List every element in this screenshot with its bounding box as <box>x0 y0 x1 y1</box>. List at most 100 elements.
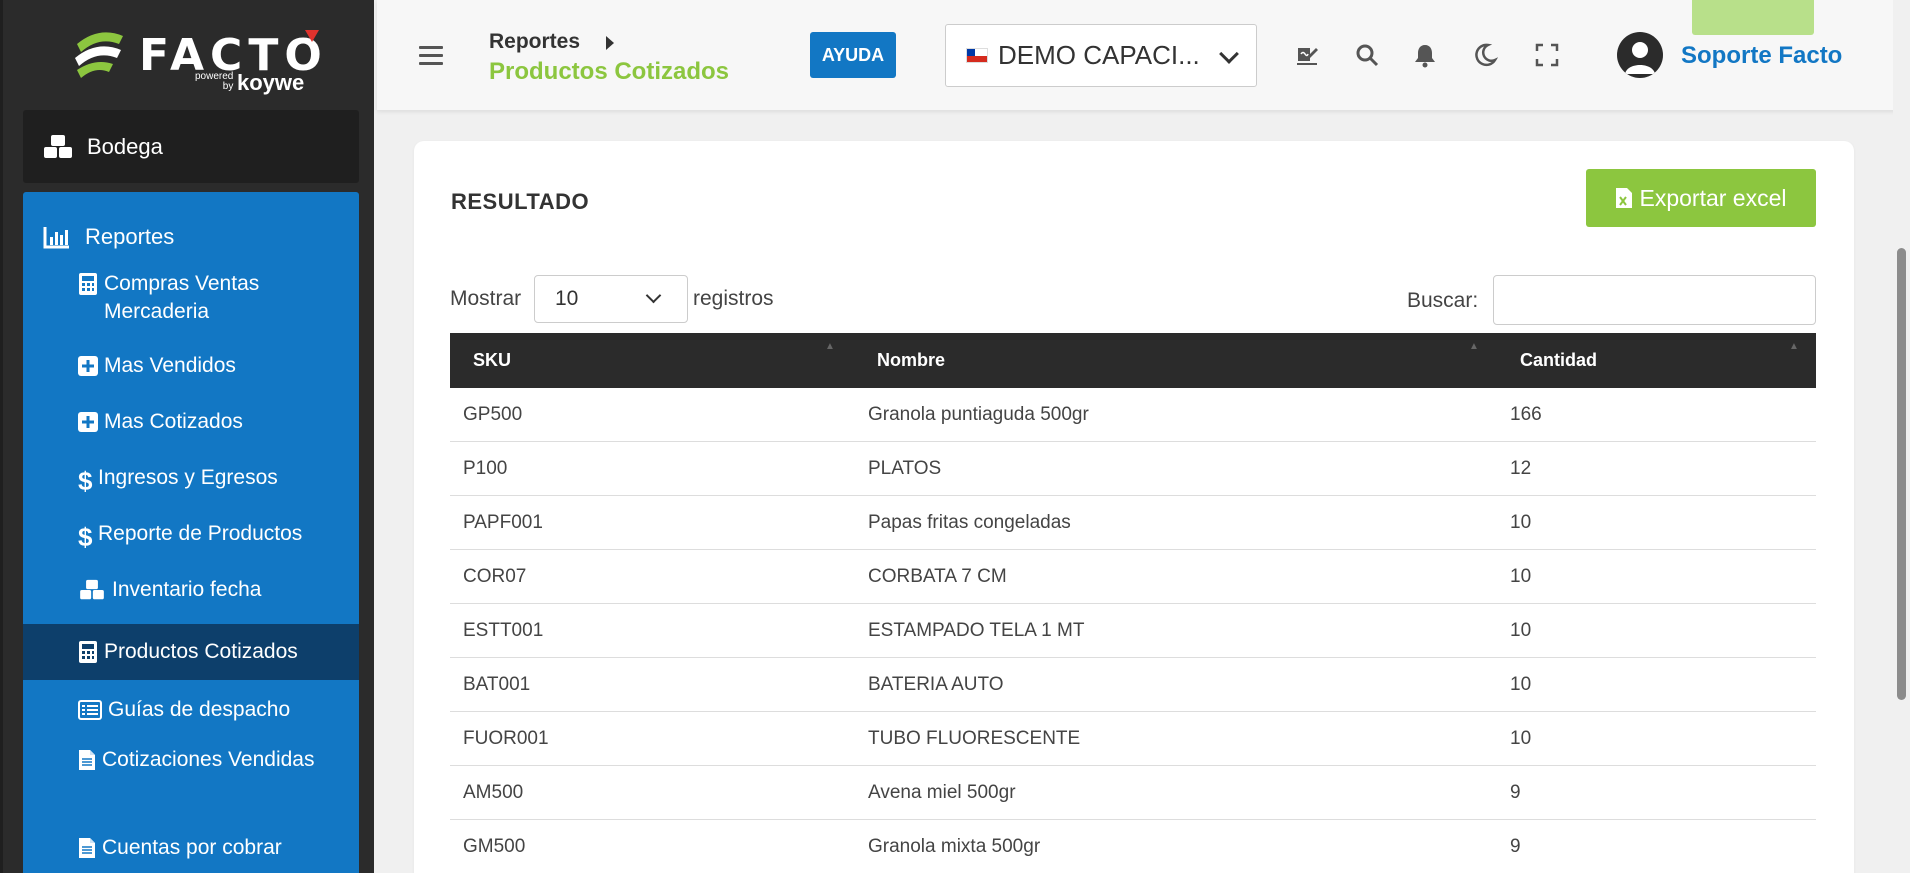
results-table: SKU ▲ Nombre ▲ Cantidad ▲ GP500 Granola p… <box>450 333 1816 873</box>
chile-flag-icon <box>966 48 988 63</box>
sidebar-item-cuentas-cobrar[interactable]: Cuentas por cobrar <box>23 828 359 868</box>
page-scrollbar[interactable] <box>1893 0 1910 873</box>
signature-icon[interactable] <box>1294 42 1320 68</box>
hidden-action-button[interactable] <box>1692 0 1814 35</box>
sort-icon[interactable]: ▲ <box>825 341 835 353</box>
cell-cantidad: 10 <box>1510 620 1532 641</box>
sidebar-item-label: Ingresos y Egresos <box>98 466 278 489</box>
fullscreen-icon[interactable] <box>1534 42 1560 68</box>
plus-square-icon <box>78 356 98 376</box>
reports-menu: Reportes Compras Ventas Mercaderia Mas V… <box>23 192 359 873</box>
cell-sku: GP500 <box>463 404 523 425</box>
user-name[interactable]: Soporte Facto <box>1681 42 1842 70</box>
table-row[interactable]: FUOR001 TUBO FLUORESCENTE 10 <box>450 712 1816 766</box>
sidebar-item-label: Mas Cotizados <box>104 410 243 433</box>
file-icon <box>79 838 95 858</box>
sort-icon[interactable]: ▲ <box>1469 341 1479 353</box>
app-root: FACTO powered by koywe Bodega Reportes C… <box>0 0 1910 873</box>
table-row[interactable]: BAT001 BATERIA AUTO 10 <box>450 658 1816 712</box>
sidebar-item-reportes[interactable]: Reportes <box>23 212 359 262</box>
cell-cantidad: 10 <box>1510 674 1532 695</box>
table-row[interactable]: GM500 Granola mixta 500gr 9 <box>450 820 1816 873</box>
cell-nombre: Granola mixta 500gr <box>868 836 1041 857</box>
cell-nombre: Granola puntiaguda 500gr <box>868 404 1089 425</box>
sidebar-item-label: Bodega <box>87 133 163 159</box>
top-header: Reportes Productos Cotizados AYUDA DEMO … <box>377 0 1910 110</box>
breadcrumb-parent[interactable]: Reportes <box>489 30 580 54</box>
sidebar-item-inventario-fecha[interactable]: Inventario fecha <box>23 570 359 610</box>
column-header-sku[interactable]: SKU <box>473 333 511 388</box>
brand-partner: koywe <box>237 70 305 95</box>
cell-sku: ESTT001 <box>463 620 544 641</box>
column-header-nombre[interactable]: Nombre <box>877 333 945 388</box>
help-button[interactable]: AYUDA <box>810 32 896 78</box>
cell-nombre: TUBO FLUORESCENTE <box>868 728 1081 749</box>
export-label: Exportar excel <box>1639 184 1787 211</box>
table-row[interactable]: GP500 Granola puntiaguda 500gr 166 <box>450 388 1816 442</box>
page-title: Productos Cotizados <box>489 58 730 85</box>
facto-logo-mark-icon <box>75 32 123 78</box>
brand-powered: powered by <box>195 71 234 92</box>
sidebar-item-label: Cotizaciones Vendidas <box>102 748 315 771</box>
calculator-icon <box>79 273 97 295</box>
sidebar-item-compras-ventas[interactable]: Compras Ventas Mercaderia <box>23 270 359 332</box>
cell-sku: GM500 <box>463 836 526 857</box>
sidebar-item-ingresos-egresos[interactable]: $ Ingresos y Egresos <box>23 458 359 498</box>
page-size-select[interactable]: 10 <box>534 275 688 323</box>
sidebar-item-label: Reportes <box>85 224 175 249</box>
company-name: DEMO CAPACI... <box>998 40 1200 70</box>
cell-cantidad: 12 <box>1510 458 1532 479</box>
dollar-icon: $ <box>78 466 93 496</box>
sidebar-item-guias-despacho[interactable]: Guías de despacho <box>23 690 359 730</box>
search-input[interactable] <box>1493 275 1816 325</box>
company-selector[interactable]: DEMO CAPACI... <box>945 24 1257 87</box>
results-card: RESULTADO Exportar excel Mostrar 10 regi… <box>414 141 1854 873</box>
cell-nombre: BATERIA AUTO <box>868 674 1004 695</box>
chevron-down-icon <box>645 287 662 304</box>
sidebar-item-label: Compras Ventas Mercaderia <box>104 272 260 323</box>
sidebar-item-mas-cotizados[interactable]: Mas Cotizados <box>23 402 359 442</box>
cell-sku: AM500 <box>463 782 524 803</box>
calculator-icon <box>79 641 97 663</box>
sidebar-item-label: Mas Vendidos <box>104 354 236 377</box>
bell-icon[interactable] <box>1412 42 1438 68</box>
sidebar-item-label: Inventario fecha <box>112 578 262 601</box>
search-icon[interactable] <box>1354 42 1380 68</box>
table-row[interactable]: AM500 Avena miel 500gr 9 <box>450 766 1816 820</box>
cell-cantidad: 9 <box>1510 782 1521 803</box>
cell-nombre: CORBATA 7 CM <box>868 566 1007 587</box>
sidebar-item-label: Guías de despacho <box>108 698 291 721</box>
column-header-cantidad[interactable]: Cantidad <box>1520 333 1597 388</box>
cell-nombre: ESTAMPADO TELA 1 MT <box>868 620 1085 641</box>
menu-toggle-icon[interactable] <box>419 46 443 66</box>
cubes-icon <box>44 134 72 158</box>
sidebar-item-mas-vendidos[interactable]: Mas Vendidos <box>23 346 359 386</box>
sidebar-item-reporte-productos[interactable]: $ Reporte de Productos <box>23 514 359 554</box>
sidebar-item-productos-cotizados[interactable]: Productos Cotizados <box>23 624 359 680</box>
bar-chart-icon <box>43 227 69 249</box>
cell-cantidad: 9 <box>1510 836 1521 857</box>
facto-logo[interactable]: FACTO powered by koywe <box>69 18 322 98</box>
sidebar-item-label: Productos Cotizados <box>104 640 298 663</box>
avatar[interactable] <box>1617 32 1663 78</box>
table-row[interactable]: PAPF001 Papas fritas congeladas 10 <box>450 496 1816 550</box>
cell-sku: FUOR001 <box>463 728 549 749</box>
cell-sku: COR07 <box>463 566 527 587</box>
sidebar-item-label: Cuentas por cobrar <box>102 836 282 859</box>
search-label: Buscar: <box>1407 289 1479 312</box>
export-excel-button[interactable]: Exportar excel <box>1586 169 1816 227</box>
cell-cantidad: 10 <box>1510 566 1532 587</box>
table-row[interactable]: ESTT001 ESTAMPADO TELA 1 MT 10 <box>450 604 1816 658</box>
caret-right-icon <box>606 36 614 50</box>
table-row[interactable]: P100 PLATOS 12 <box>450 442 1816 496</box>
cell-cantidad: 10 <box>1510 728 1532 749</box>
moon-icon[interactable] <box>1472 42 1498 68</box>
scrollbar-thumb[interactable] <box>1897 248 1906 700</box>
table-row[interactable]: COR07 CORBATA 7 CM 10 <box>450 550 1816 604</box>
sidebar-item-cotizaciones-vendidas[interactable]: Cotizaciones Vendidas <box>23 746 359 808</box>
cell-nombre: Avena miel 500gr <box>868 782 1016 803</box>
sidebar-item-bodega[interactable]: Bodega <box>23 110 359 183</box>
sort-icon[interactable]: ▲ <box>1789 341 1799 353</box>
table-header: SKU ▲ Nombre ▲ Cantidad ▲ <box>450 333 1816 388</box>
file-excel-icon <box>1616 188 1633 208</box>
